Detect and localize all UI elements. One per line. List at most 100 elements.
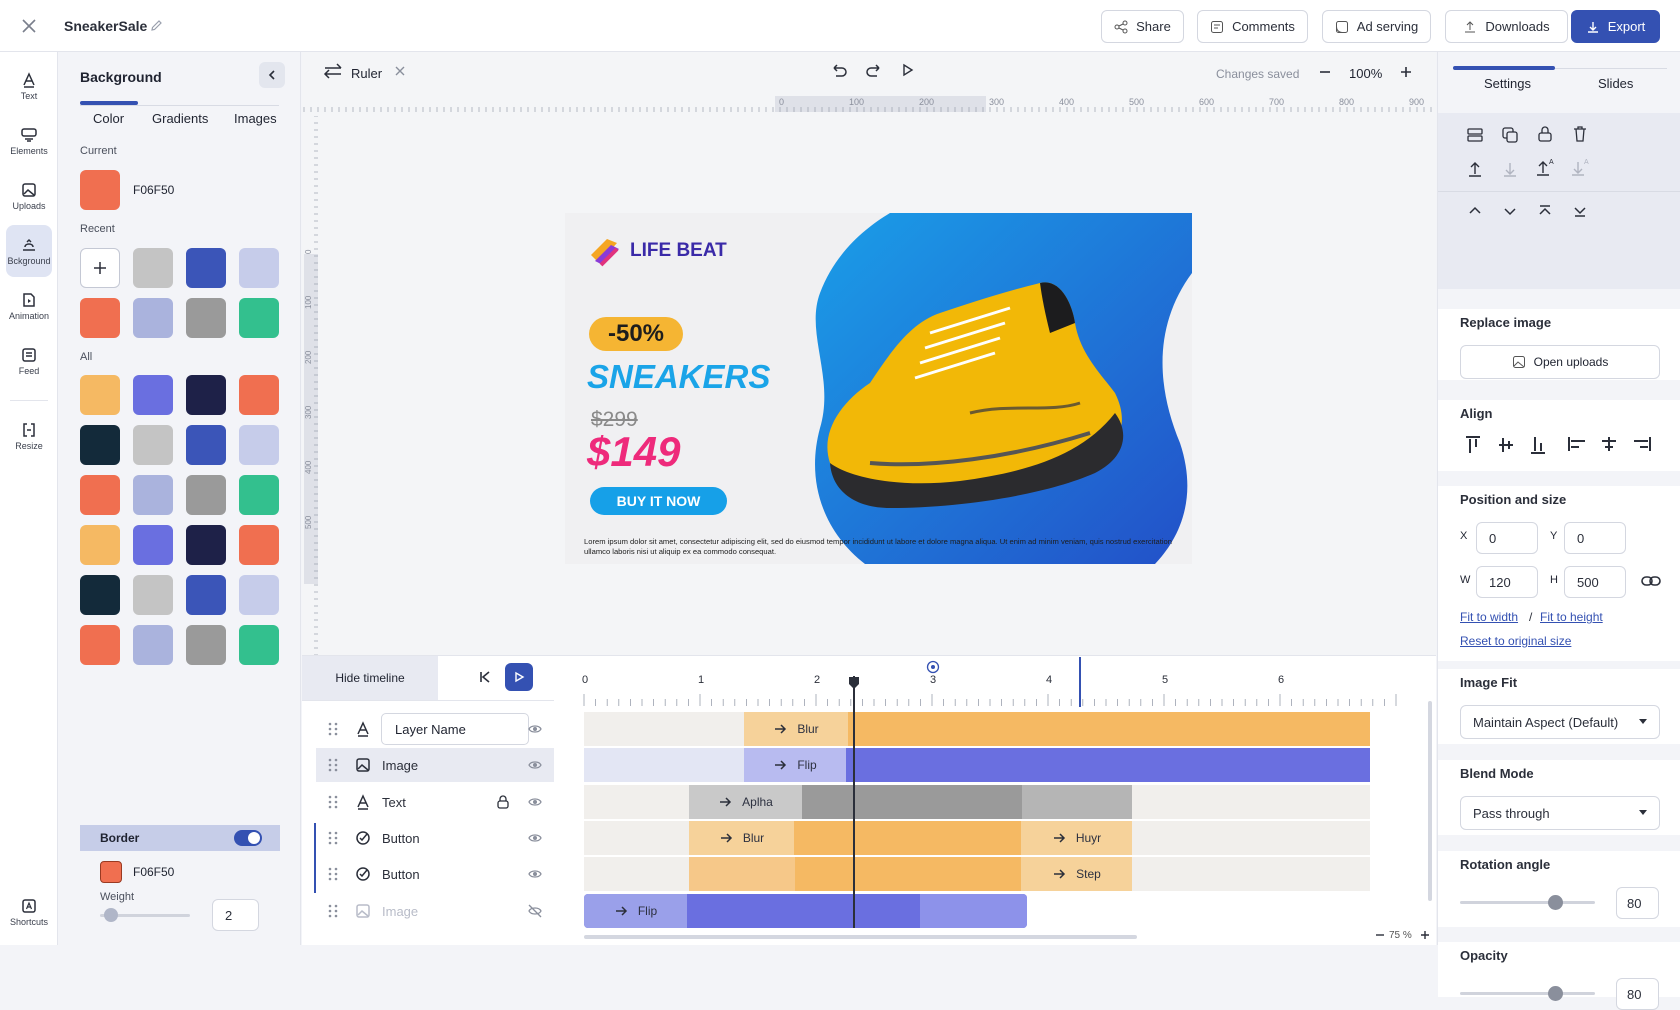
tab-settings[interactable]: Settings bbox=[1484, 76, 1531, 91]
rotation-slider-handle[interactable] bbox=[1548, 895, 1563, 910]
opacity-slider-handle[interactable] bbox=[1548, 986, 1563, 1001]
eye-icon[interactable] bbox=[527, 757, 543, 773]
ad-serving-button[interactable]: Ad serving bbox=[1322, 10, 1431, 43]
camera-marker-icon[interactable] bbox=[926, 660, 940, 674]
recent-swatch[interactable] bbox=[239, 248, 279, 288]
color-swatch[interactable] bbox=[80, 575, 120, 615]
image-fit-select[interactable]: Maintain Aspect (Default) bbox=[1460, 705, 1660, 739]
track-segment[interactable] bbox=[689, 857, 795, 891]
skip-back-icon[interactable] bbox=[478, 670, 492, 684]
move-up-icon[interactable] bbox=[1468, 204, 1482, 218]
drag-handle-icon[interactable] bbox=[328, 795, 338, 809]
animation-chip[interactable]: Flip bbox=[584, 894, 687, 928]
color-swatch[interactable] bbox=[239, 425, 279, 465]
drag-handle-icon[interactable] bbox=[328, 722, 338, 736]
layer-row[interactable]: Button bbox=[316, 857, 554, 891]
zoom-in-icon[interactable] bbox=[1399, 65, 1413, 79]
add-color-button[interactable] bbox=[80, 248, 120, 288]
color-swatch[interactable] bbox=[239, 375, 279, 415]
horizontal-scrollbar[interactable] bbox=[584, 935, 1137, 939]
close-icon[interactable] bbox=[20, 17, 38, 35]
recent-swatch[interactable] bbox=[133, 298, 173, 338]
color-swatch[interactable] bbox=[80, 525, 120, 565]
export-button[interactable]: Export bbox=[1571, 10, 1660, 43]
rail-animation[interactable]: Animation bbox=[6, 280, 52, 332]
color-swatch[interactable] bbox=[80, 425, 120, 465]
current-swatch[interactable] bbox=[80, 170, 120, 210]
lock-icon[interactable] bbox=[1536, 125, 1554, 143]
delete-icon[interactable] bbox=[1571, 125, 1589, 143]
x-input[interactable]: 0 bbox=[1476, 522, 1538, 554]
color-swatch[interactable] bbox=[239, 625, 279, 665]
layer-row[interactable]: Text bbox=[316, 785, 554, 819]
rail-resize[interactable]: Resize bbox=[6, 410, 52, 462]
layer-row[interactable]: Button bbox=[316, 821, 554, 855]
layer-row[interactable]: Image bbox=[316, 748, 554, 782]
recent-swatch[interactable] bbox=[133, 248, 173, 288]
color-swatch[interactable] bbox=[239, 475, 279, 515]
animation-chip[interactable]: Blur bbox=[744, 712, 848, 746]
tab-slides[interactable]: Slides bbox=[1598, 76, 1633, 91]
color-swatch[interactable] bbox=[80, 475, 120, 515]
comments-button[interactable]: Comments bbox=[1197, 10, 1308, 43]
color-swatch[interactable] bbox=[133, 575, 173, 615]
rail-elements[interactable]: Elements bbox=[6, 115, 52, 167]
color-swatch[interactable] bbox=[186, 475, 226, 515]
border-toggle[interactable] bbox=[234, 830, 262, 846]
animation-chip[interactable]: Huyr bbox=[1021, 821, 1132, 855]
rail-background[interactable]: Bckground bbox=[6, 225, 52, 277]
share-button[interactable]: Share bbox=[1101, 10, 1184, 43]
opacity-input[interactable]: 80 bbox=[1616, 978, 1659, 1010]
eye-icon[interactable] bbox=[527, 794, 543, 810]
align-bottom-icon[interactable] bbox=[1529, 435, 1547, 455]
playhead-handle[interactable] bbox=[848, 676, 860, 690]
downloads-button[interactable]: Downloads bbox=[1445, 10, 1568, 43]
move-bottom-icon[interactable] bbox=[1573, 204, 1587, 218]
weight-slider-handle[interactable] bbox=[104, 908, 118, 922]
ad-artboard[interactable]: LIFE BEAT -50% SNEAKERS $299 $149 BUY IT… bbox=[565, 213, 1192, 564]
move-down-icon[interactable] bbox=[1503, 204, 1517, 218]
animation-chip[interactable]: Blur bbox=[689, 821, 794, 855]
align-top-icon[interactable] bbox=[1464, 435, 1482, 455]
drag-handle-icon[interactable] bbox=[328, 831, 338, 845]
recent-swatch[interactable] bbox=[186, 248, 226, 288]
height-input[interactable]: 500 bbox=[1564, 566, 1626, 598]
hide-timeline-button[interactable]: Hide timeline bbox=[302, 656, 438, 700]
color-swatch[interactable] bbox=[133, 625, 173, 665]
align-middle-icon[interactable] bbox=[1497, 435, 1515, 455]
opacity-slider-track[interactable] bbox=[1460, 992, 1595, 995]
color-swatch[interactable] bbox=[80, 625, 120, 665]
undo-icon[interactable] bbox=[830, 61, 848, 79]
weight-input[interactable]: 2 bbox=[212, 899, 259, 931]
color-swatch[interactable] bbox=[186, 425, 226, 465]
rail-feed[interactable]: Feed bbox=[6, 335, 52, 387]
align-left-icon[interactable] bbox=[1567, 435, 1587, 453]
recent-swatch[interactable] bbox=[239, 298, 279, 338]
eye-icon[interactable] bbox=[527, 721, 543, 737]
fit-to-width-link[interactable]: Fit to width bbox=[1460, 610, 1518, 624]
play-icon[interactable] bbox=[901, 63, 915, 77]
layer-row[interactable]: Layer Name bbox=[316, 712, 554, 746]
playhead-line[interactable] bbox=[853, 676, 855, 928]
color-swatch[interactable] bbox=[133, 525, 173, 565]
duplicate-icon[interactable] bbox=[1501, 126, 1519, 144]
rail-text[interactable]: Text bbox=[6, 60, 52, 112]
close-ruler-icon[interactable] bbox=[394, 65, 406, 77]
color-swatch[interactable] bbox=[133, 475, 173, 515]
open-uploads-button[interactable]: Open uploads bbox=[1460, 345, 1660, 379]
redo-icon[interactable] bbox=[865, 61, 883, 79]
align-center-icon[interactable] bbox=[1599, 435, 1619, 453]
eye-off-icon[interactable] bbox=[527, 903, 543, 919]
align-right-icon[interactable] bbox=[1632, 435, 1652, 453]
recent-swatch[interactable] bbox=[80, 298, 120, 338]
drag-handle-icon[interactable] bbox=[328, 904, 338, 918]
y-input[interactable]: 0 bbox=[1564, 522, 1626, 554]
bring-forward-icon[interactable] bbox=[1466, 160, 1484, 178]
timeline-play-button[interactable] bbox=[505, 663, 533, 691]
color-swatch[interactable] bbox=[239, 525, 279, 565]
cta-button[interactable]: BUY IT NOW bbox=[590, 487, 727, 515]
reset-size-link[interactable]: Reset to original size bbox=[1460, 634, 1571, 648]
zoom-out-icon[interactable] bbox=[1318, 65, 1332, 79]
eye-icon[interactable] bbox=[527, 866, 543, 882]
move-top-icon[interactable] bbox=[1538, 204, 1552, 218]
